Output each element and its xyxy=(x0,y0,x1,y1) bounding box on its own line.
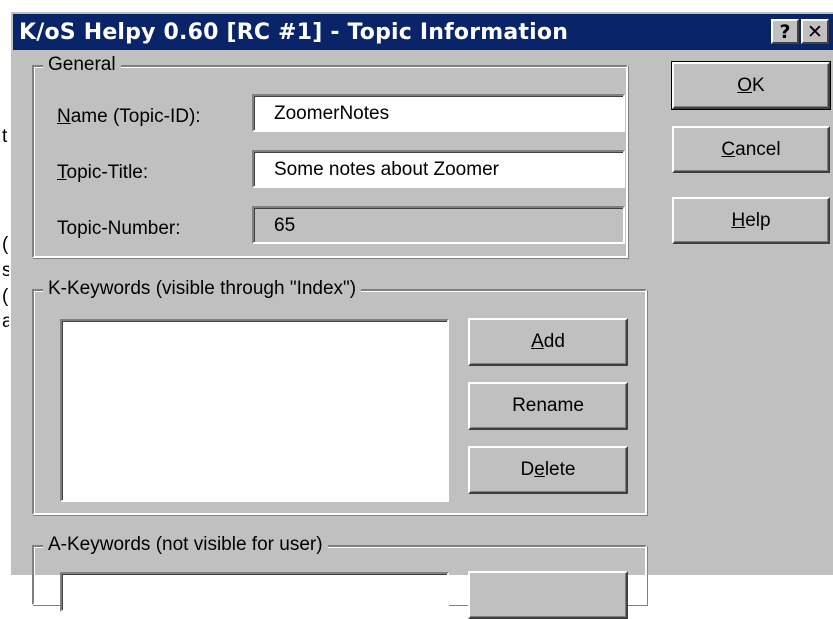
name-label: Name (Topic-ID): xyxy=(57,106,201,127)
close-icon: ✕ xyxy=(807,20,823,43)
question-mark-icon: ? xyxy=(779,20,791,43)
ok-button[interactable]: OK xyxy=(671,61,831,110)
help-button[interactable]: Help xyxy=(672,197,830,244)
a-keywords-button[interactable] xyxy=(468,571,628,619)
topic-number-field: 65 xyxy=(252,206,625,244)
cancel-button[interactable]: Cancel xyxy=(672,126,830,173)
background-text: t xyxy=(2,126,8,147)
k-keywords-group: K-Keywords (visible through "Index") Add… xyxy=(32,278,647,515)
context-help-button[interactable]: ? xyxy=(771,19,799,44)
window-title: K/oS Helpy 0.60 [RC #1] - Topic Informat… xyxy=(19,19,569,45)
title-bar[interactable]: K/oS Helpy 0.60 [RC #1] - Topic Informat… xyxy=(13,14,833,50)
general-legend: General xyxy=(43,54,121,76)
a-keywords-list[interactable] xyxy=(60,572,449,612)
background-text: ( xyxy=(2,286,9,307)
k-keywords-list[interactable] xyxy=(60,319,449,502)
rename-keyword-button[interactable]: Rename xyxy=(468,382,628,430)
topic-id-input[interactable]: ZoomerNotes xyxy=(252,94,625,132)
general-group: General Name (Topic-ID): ZoomerNotes Top… xyxy=(32,54,628,258)
topic-title-label: Topic-Title: xyxy=(57,162,149,183)
background-text: ( xyxy=(2,234,9,255)
a-keywords-group: A-Keywords (not visible for user) xyxy=(32,534,647,619)
topic-title-input[interactable]: Some notes about Zoomer xyxy=(252,150,625,188)
delete-keyword-button[interactable]: De lete xyxy=(468,446,628,494)
a-keywords-legend: A-Keywords (not visible for user) xyxy=(43,534,328,556)
add-keyword-button[interactable]: Add xyxy=(468,318,628,366)
topic-number-label: Topic-Number: xyxy=(57,218,181,239)
close-button[interactable]: ✕ xyxy=(801,19,829,44)
k-keywords-legend: K-Keywords (visible through "Index") xyxy=(43,278,362,300)
topic-information-dialog: K/oS Helpy 0.60 [RC #1] - Topic Informat… xyxy=(9,10,833,619)
